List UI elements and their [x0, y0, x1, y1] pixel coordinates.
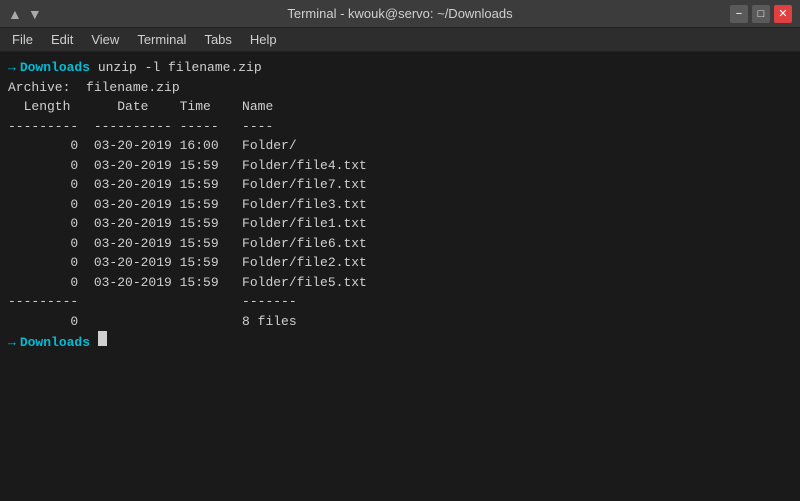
table-row: 0 03-20-2019 15:59 Folder/file6.txt — [8, 234, 792, 254]
column-headers: Length Date Time Name — [8, 97, 273, 117]
prompt-dir-2: Downloads — [20, 333, 90, 353]
title-bar: ▲ ▼ Terminal - kwouk@servo: ~/Downloads … — [0, 0, 800, 28]
arrow-down-icon[interactable]: ▼ — [28, 6, 42, 22]
separator-line-2: --------- ------- — [8, 292, 792, 312]
menu-view[interactable]: View — [83, 30, 127, 49]
table-row: 0 03-20-2019 16:00 Folder/ — [8, 136, 792, 156]
menu-terminal[interactable]: Terminal — [129, 30, 194, 49]
menu-help[interactable]: Help — [242, 30, 285, 49]
row-5: 0 03-20-2019 15:59 Folder/file6.txt — [8, 234, 367, 254]
menu-edit[interactable]: Edit — [43, 30, 81, 49]
command-text-1: unzip -l filename.zip — [90, 58, 262, 78]
table-row: 0 03-20-2019 15:59 Folder/file5.txt — [8, 273, 792, 293]
row-6: 0 03-20-2019 15:59 Folder/file2.txt — [8, 253, 367, 273]
window-controls: − □ ✕ — [730, 5, 792, 23]
row-4: 0 03-20-2019 15:59 Folder/file1.txt — [8, 214, 367, 234]
menu-tabs[interactable]: Tabs — [196, 30, 239, 49]
table-row: 0 03-20-2019 15:59 Folder/file4.txt — [8, 156, 792, 176]
summary-line: 0 8 files — [8, 312, 792, 332]
row-1: 0 03-20-2019 15:59 Folder/file4.txt — [8, 156, 367, 176]
maximize-button[interactable]: □ — [752, 5, 770, 23]
table-row: 0 03-20-2019 15:59 Folder/file2.txt — [8, 253, 792, 273]
row-7: 0 03-20-2019 15:59 Folder/file5.txt — [8, 273, 367, 293]
terminal-content[interactable]: → Downloads unzip -l filename.zip Archiv… — [0, 52, 800, 501]
arrow-up-icon[interactable]: ▲ — [8, 6, 22, 22]
row-3: 0 03-20-2019 15:59 Folder/file3.txt — [8, 195, 367, 215]
archive-text: Archive: filename.zip — [8, 78, 180, 98]
cursor — [98, 331, 107, 346]
command-line-1: → Downloads unzip -l filename.zip — [8, 58, 792, 78]
prompt-arrow-2: → — [8, 333, 16, 353]
prompt-dir-1: Downloads — [20, 58, 90, 78]
separator-1: --------- ---------- ----- ---- — [8, 117, 273, 137]
table-row: 0 03-20-2019 15:59 Folder/file7.txt — [8, 175, 792, 195]
table-row: 0 03-20-2019 15:59 Folder/file3.txt — [8, 195, 792, 215]
menu-file[interactable]: File — [4, 30, 41, 49]
prompt-line-2: → Downloads — [8, 331, 792, 353]
row-0: 0 03-20-2019 16:00 Folder/ — [8, 136, 297, 156]
table-row: 0 03-20-2019 15:59 Folder/file1.txt — [8, 214, 792, 234]
window-title: Terminal - kwouk@servo: ~/Downloads — [287, 6, 512, 21]
close-button[interactable]: ✕ — [774, 5, 792, 23]
menu-bar: File Edit View Terminal Tabs Help — [0, 28, 800, 52]
column-header-line: Length Date Time Name — [8, 97, 792, 117]
separator-2: --------- ------- — [8, 292, 297, 312]
row-2: 0 03-20-2019 15:59 Folder/file7.txt — [8, 175, 367, 195]
prompt-arrow-1: → — [8, 58, 16, 78]
archive-line: Archive: filename.zip — [8, 78, 792, 98]
summary-text: 0 8 files — [8, 312, 297, 332]
minimize-button[interactable]: − — [730, 5, 748, 23]
separator-line-1: --------- ---------- ----- ---- — [8, 117, 792, 137]
title-bar-left: ▲ ▼ — [8, 6, 42, 22]
